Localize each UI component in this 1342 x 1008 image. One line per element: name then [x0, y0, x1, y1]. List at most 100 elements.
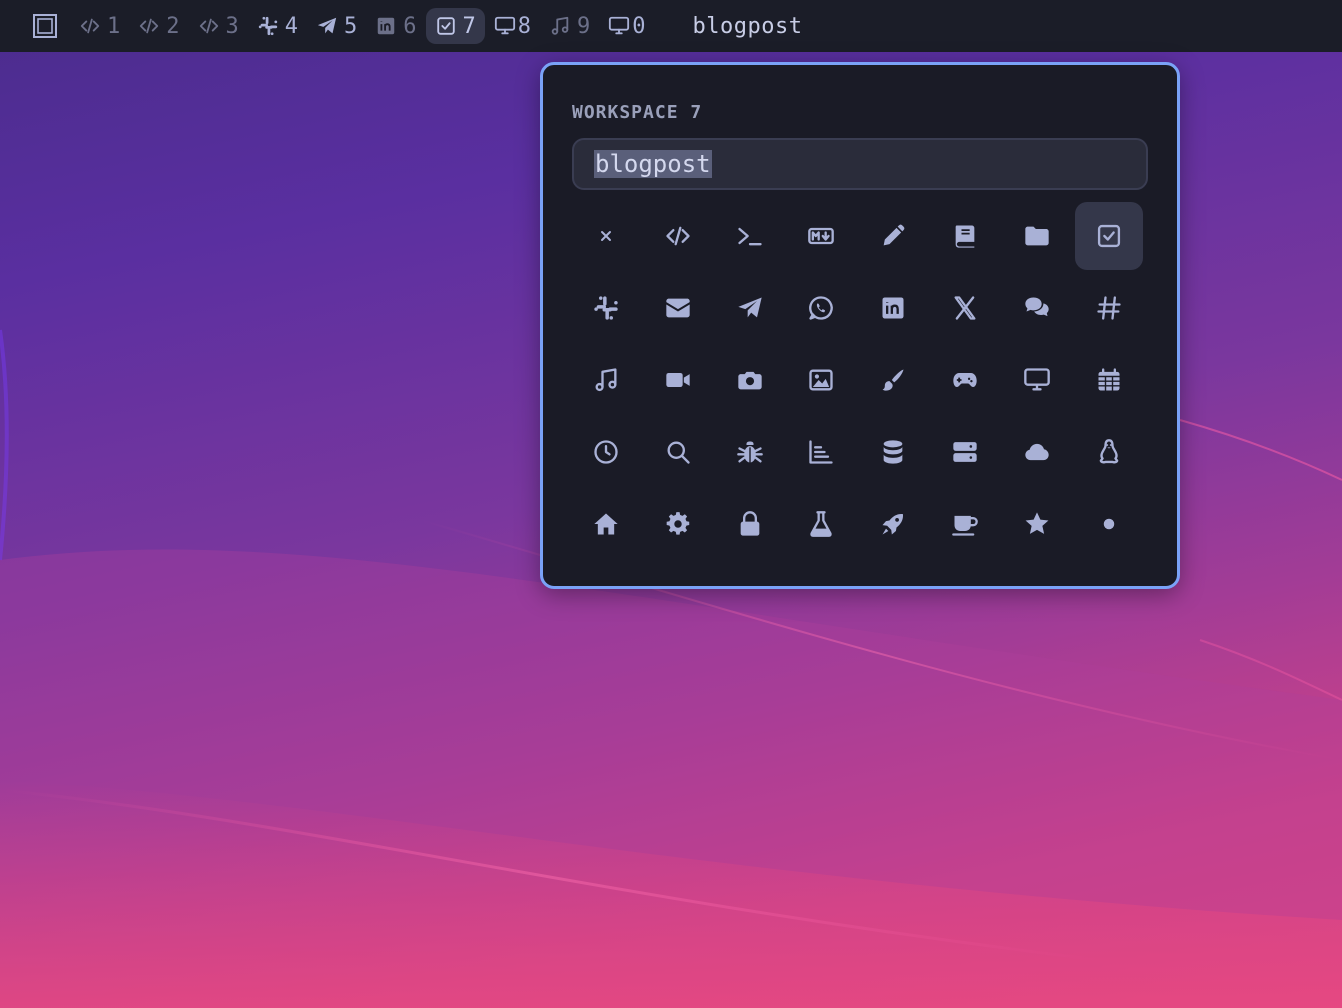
linkedin-icon: [879, 294, 907, 322]
icon-option-x[interactable]: [931, 274, 999, 342]
telegram-icon: [736, 294, 764, 322]
icon-option-clock[interactable]: [572, 418, 640, 486]
whatsapp-icon: [807, 294, 835, 322]
server-icon: [951, 438, 979, 466]
workspace-number: 9: [577, 13, 591, 39]
pencil-icon: [879, 222, 907, 250]
music-icon: [549, 15, 571, 37]
dot-icon: [1095, 510, 1123, 538]
workspace-name-input[interactable]: blogpost: [572, 138, 1148, 190]
search-icon: [664, 438, 692, 466]
window-title: blogpost: [692, 13, 803, 39]
code-icon: [664, 222, 692, 250]
workspace-button-7[interactable]: 7: [425, 8, 485, 44]
camera-icon: [736, 366, 764, 394]
workspace-number: 2: [166, 13, 180, 39]
rocket-icon: [879, 510, 907, 538]
icon-option-star[interactable]: [1003, 490, 1071, 558]
icon-option-dot[interactable]: [1075, 490, 1143, 558]
x-icon: [951, 294, 979, 322]
workspace-list: 1 2 3 4 5 6 7 8 9 0: [70, 8, 655, 44]
code-icon: [138, 15, 160, 37]
workspace-number: 7: [462, 13, 476, 39]
hashtag-icon: [1095, 294, 1123, 322]
workspace-button-4[interactable]: 4: [248, 8, 307, 44]
workspace-button-6[interactable]: 6: [366, 8, 425, 44]
icon-option-linkedin[interactable]: [859, 274, 927, 342]
icon-option-search[interactable]: [644, 418, 712, 486]
bug-icon: [736, 438, 764, 466]
workspace-button-5[interactable]: 5: [307, 8, 366, 44]
workspace-button-9[interactable]: 9: [540, 8, 599, 44]
terminal-icon: [736, 222, 764, 250]
workspace-number: 5: [344, 13, 358, 39]
workspace-name-value: blogpost: [594, 150, 712, 178]
icon-option-whatsapp[interactable]: [787, 274, 855, 342]
icon-option-calendar[interactable]: [1075, 346, 1143, 414]
icon-option-bug[interactable]: [716, 418, 784, 486]
icon-option-gear[interactable]: [644, 490, 712, 558]
icon-option-desktop[interactable]: [1003, 346, 1071, 414]
icon-option-chart[interactable]: [787, 418, 855, 486]
icon-option-envelope[interactable]: [644, 274, 712, 342]
icon-option-camera[interactable]: [716, 346, 784, 414]
icon-option-checkbox[interactable]: [1074, 202, 1143, 270]
flask-icon: [807, 510, 835, 538]
code-icon: [79, 15, 101, 37]
icon-option-folder[interactable]: [1003, 202, 1071, 270]
workspace-number: 1: [107, 13, 121, 39]
icon-option-gamepad[interactable]: [931, 346, 999, 414]
icon-option-close[interactable]: [572, 202, 640, 270]
icon-option-flask[interactable]: [787, 490, 855, 558]
desktop-icon: [1023, 366, 1051, 394]
icon-option-coffee[interactable]: [931, 490, 999, 558]
icon-option-lock[interactable]: [716, 490, 784, 558]
workspace-button-1[interactable]: 1: [70, 8, 129, 44]
workspace-button-8[interactable]: 8: [485, 8, 540, 44]
icon-option-database[interactable]: [859, 418, 927, 486]
icon-option-terminal[interactable]: [716, 202, 784, 270]
icon-option-code[interactable]: [644, 202, 712, 270]
launcher-button[interactable]: [28, 8, 70, 44]
icon-option-comments[interactable]: [1003, 274, 1071, 342]
top-bar: 1 2 3 4 5 6 7 8 9 0 blogpost: [0, 0, 1342, 52]
icon-option-linux[interactable]: [1075, 418, 1143, 486]
workspace-editor-popup: WORKSPACE 7 blogpost: [540, 62, 1180, 589]
icon-option-home[interactable]: [572, 490, 640, 558]
telegram-icon: [316, 15, 338, 37]
checkbox-icon: [435, 15, 457, 37]
workspace-button-0[interactable]: 0: [599, 8, 654, 44]
icon-option-rocket[interactable]: [859, 490, 927, 558]
workspace-number: 6: [403, 13, 417, 39]
frame-icon: [32, 13, 58, 39]
linux-icon: [1095, 438, 1123, 466]
icon-option-music[interactable]: [572, 346, 640, 414]
icon-option-cloud[interactable]: [1003, 418, 1071, 486]
desktop-icon: [608, 15, 630, 37]
slack-icon: [592, 294, 620, 322]
book-icon: [951, 222, 979, 250]
icon-option-server[interactable]: [931, 418, 999, 486]
workspace-number: 3: [225, 13, 239, 39]
workspace-number: 4: [284, 13, 298, 39]
icon-option-telegram[interactable]: [716, 274, 784, 342]
icon-option-slack[interactable]: [572, 274, 640, 342]
star-icon: [1023, 510, 1051, 538]
icon-option-book[interactable]: [931, 202, 999, 270]
folder-icon: [1023, 222, 1051, 250]
icon-option-paintbrush[interactable]: [859, 346, 927, 414]
envelope-icon: [664, 294, 692, 322]
icon-option-hashtag[interactable]: [1075, 274, 1143, 342]
linkedin-icon: [375, 15, 397, 37]
popup-heading: WORKSPACE 7: [572, 102, 703, 123]
icon-option-video[interactable]: [644, 346, 712, 414]
icon-option-image[interactable]: [787, 346, 855, 414]
workspace-button-2[interactable]: 2: [129, 8, 188, 44]
image-icon: [807, 366, 835, 394]
video-icon: [664, 366, 692, 394]
icon-option-pencil[interactable]: [859, 202, 927, 270]
icon-option-markdown[interactable]: [787, 202, 855, 270]
database-icon: [879, 438, 907, 466]
workspace-button-3[interactable]: 3: [189, 8, 248, 44]
coffee-icon: [951, 510, 979, 538]
